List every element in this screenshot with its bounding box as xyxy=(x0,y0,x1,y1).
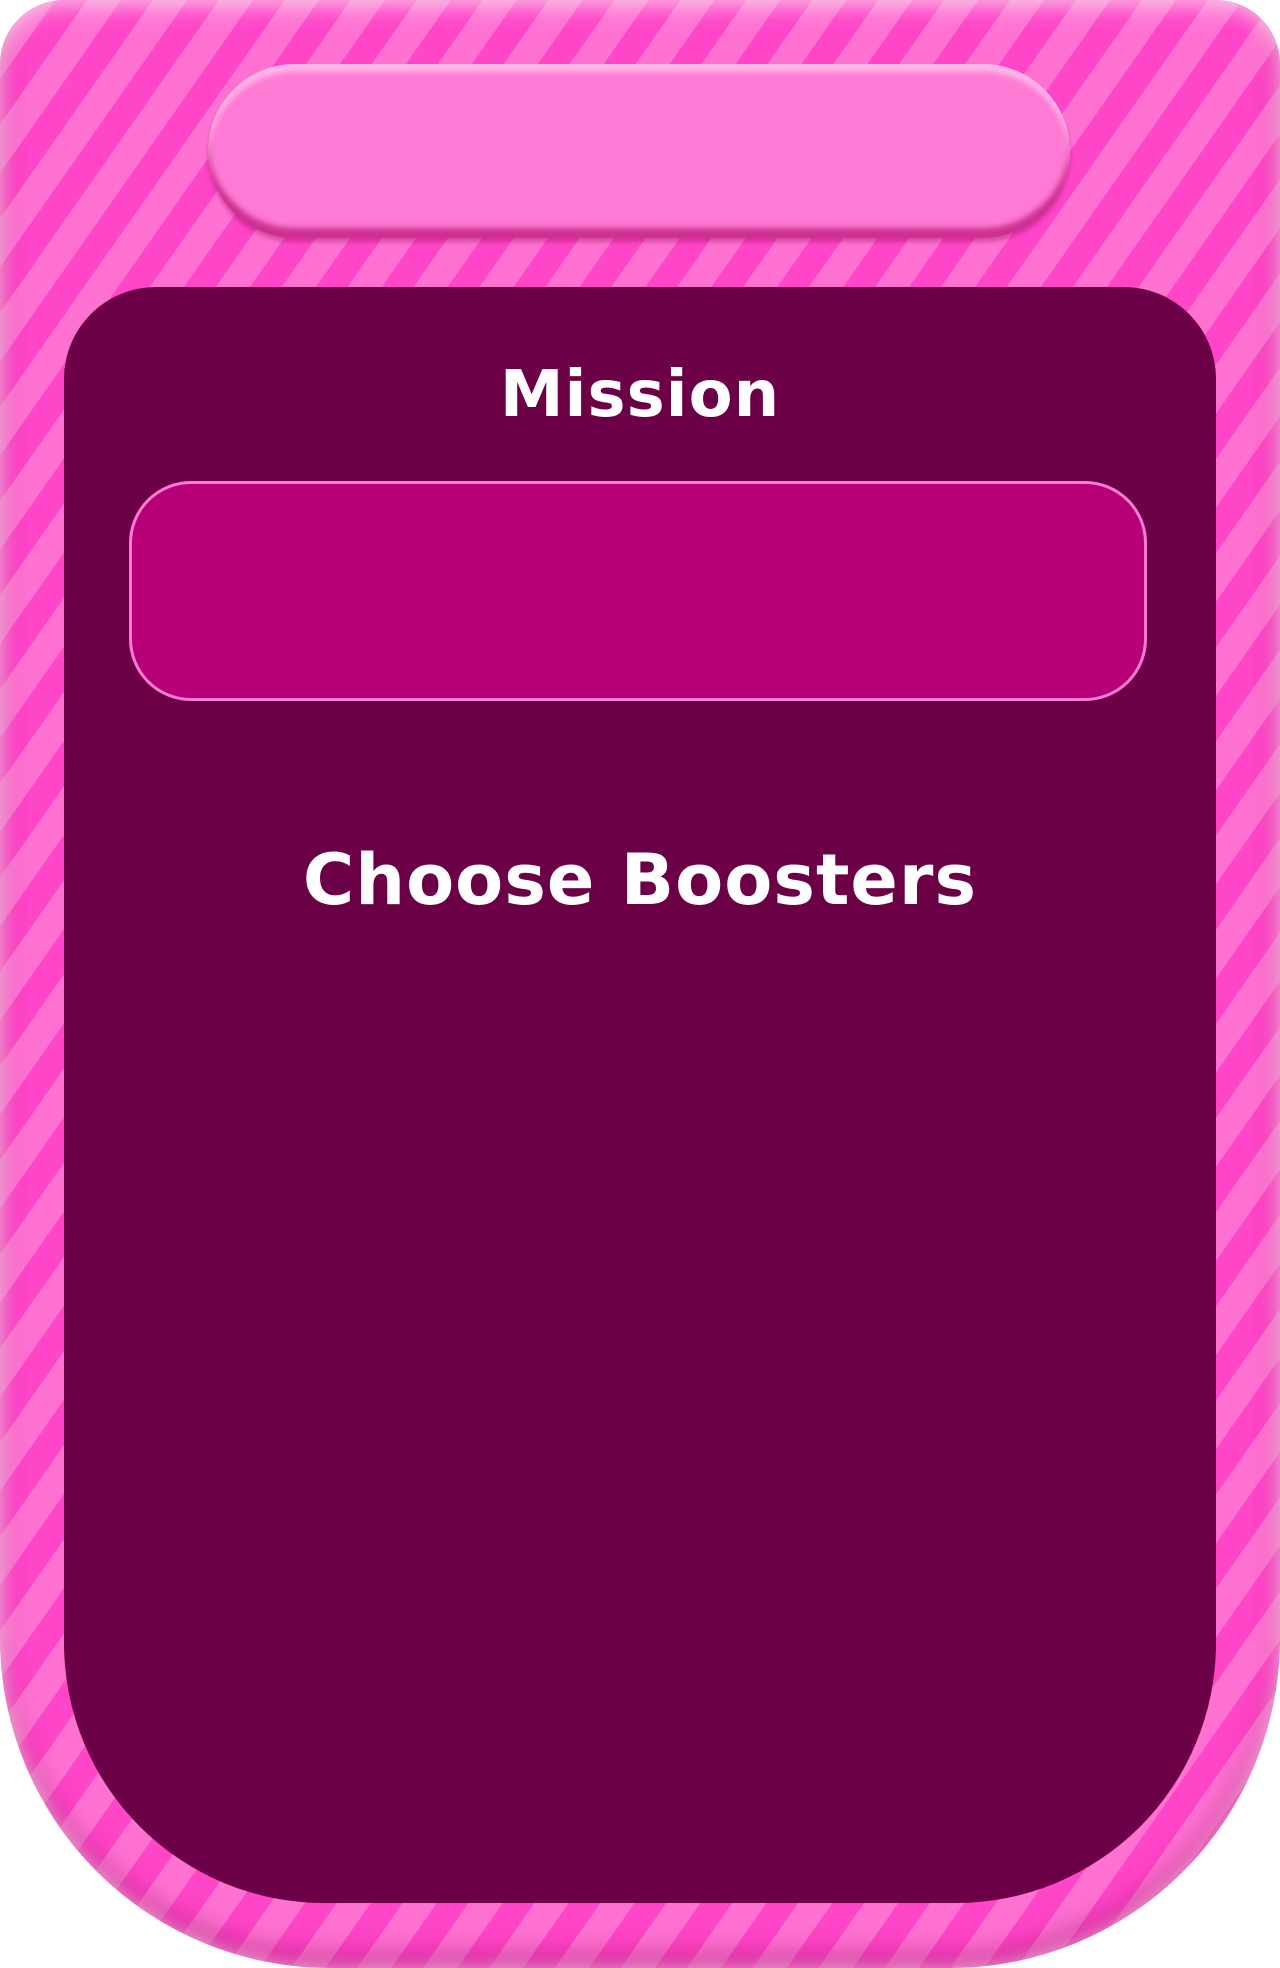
popup-frame: Mission Choose Boosters xyxy=(0,0,1280,1968)
header-pill-button[interactable] xyxy=(208,64,1070,238)
mission-title: Mission xyxy=(499,358,781,432)
mission-box xyxy=(129,481,1147,701)
choose-boosters-title: Choose Boosters xyxy=(302,839,978,921)
